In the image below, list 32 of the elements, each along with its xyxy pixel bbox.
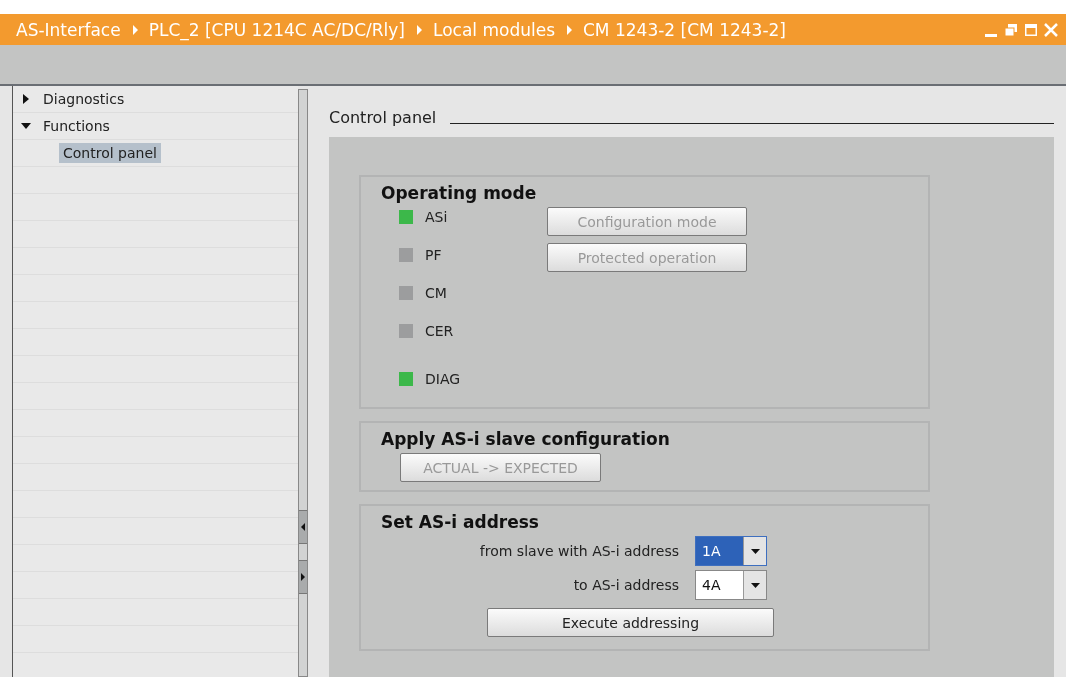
breadcrumb-item[interactable]: Local modules [432, 19, 555, 40]
group-title: Set AS-i address [381, 512, 540, 532]
expanded-arrow-icon[interactable] [21, 121, 31, 131]
address-dropdown[interactable]: 1A [695, 536, 767, 566]
address-dropdown[interactable]: 4A [695, 570, 767, 600]
chevron-right-icon [131, 24, 139, 35]
chevron-right-icon [566, 24, 573, 35]
group-title: Operating mode [381, 183, 538, 203]
section-title: Control panel [329, 108, 437, 127]
triangle-right-icon[interactable] [301, 573, 305, 581]
breadcrumb-item[interactable]: CM 1243-2 [CM 1243-2] [583, 19, 786, 40]
tree-item[interactable]: Functions [39, 116, 114, 136]
dropdown-arrow-icon[interactable] [750, 582, 760, 588]
breadcrumb-item[interactable]: AS-Interface [16, 19, 121, 40]
group-title: Apply AS-i slave configuration [381, 429, 671, 449]
triangle-left-icon[interactable] [301, 523, 305, 531]
expand-right-button[interactable] [299, 560, 307, 594]
collapsed-arrow-icon[interactable] [21, 94, 31, 104]
indicator-label: CER [425, 323, 454, 339]
chevron-right-icon [415, 24, 423, 35]
field-label: from slave with AS-i address [479, 543, 679, 559]
indicator-label: DIAG [425, 371, 461, 387]
dropdown-arrow-icon[interactable] [750, 548, 760, 554]
indicator-label: PF [425, 247, 442, 263]
tree-item[interactable]: Diagnostics [39, 89, 129, 109]
field-label: to AS-i address [573, 577, 679, 593]
collapse-left-button[interactable] [299, 510, 307, 544]
breadcrumb-item[interactable]: PLC_2 [CPU 1214C AC/DC/Rly] [148, 19, 405, 40]
indicator-label: ASi [425, 209, 448, 225]
execute-addressing-button[interactable]: Execute addressing [487, 608, 774, 637]
tree-item[interactable]: Control panel [59, 143, 161, 163]
indicator-label: CM [425, 285, 447, 301]
